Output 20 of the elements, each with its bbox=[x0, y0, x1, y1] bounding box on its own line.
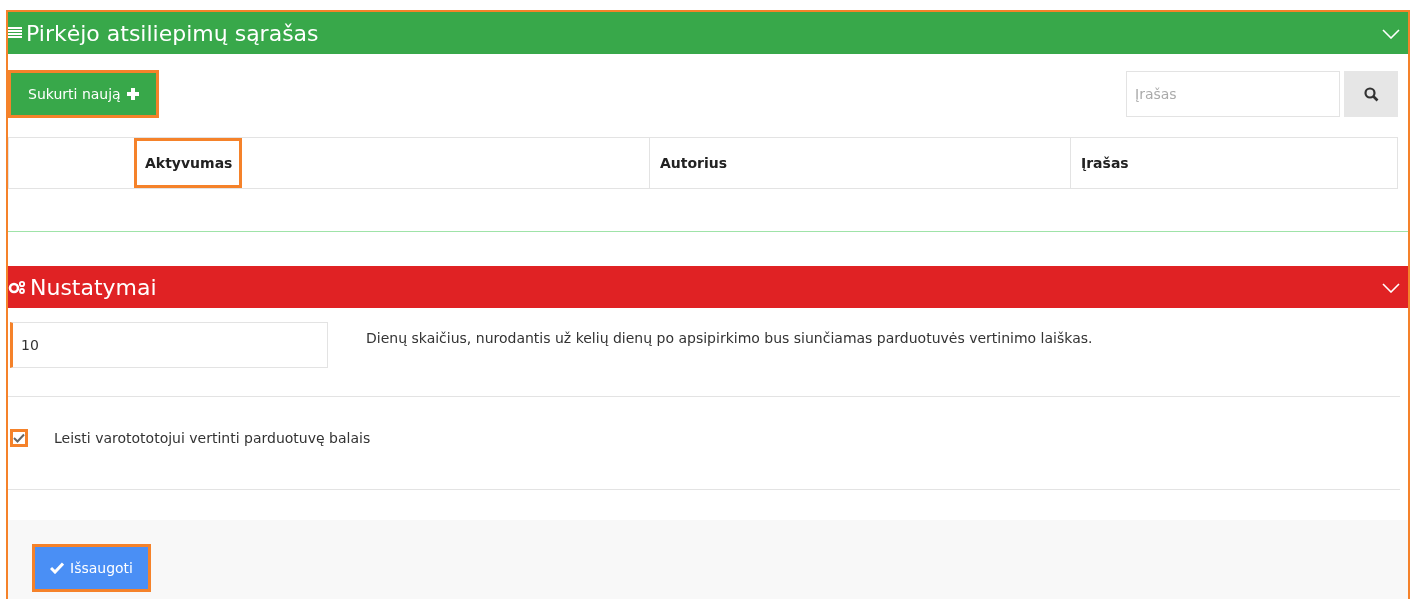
list-icon bbox=[8, 27, 22, 39]
create-button[interactable]: Sukurti naują bbox=[8, 70, 159, 118]
column-header: Aktyvumas bbox=[134, 138, 243, 188]
plus-icon bbox=[126, 88, 139, 100]
search-field[interactable]: Įrašas bbox=[1126, 71, 1340, 117]
gears-icon bbox=[8, 280, 26, 294]
search-button[interactable] bbox=[1344, 71, 1398, 117]
chevron-down-icon[interactable] bbox=[1382, 282, 1400, 293]
checkbox-label: Leisti varotototojui vertinti parduotuvę balais bbox=[54, 430, 371, 446]
days-description: Dienų skaičius, nurodantis už kelių dienų po apsipirkimo bus siunčiamas parduotuvės vertinimo laiškas. bbox=[366, 329, 1093, 346]
column-header: Įrašas bbox=[1070, 138, 1397, 188]
column-header: Autorius bbox=[649, 138, 1070, 188]
chevron-down-icon[interactable] bbox=[1382, 28, 1400, 39]
checkbox[interactable] bbox=[10, 429, 28, 447]
save-button[interactable]: Išsaugoti bbox=[32, 544, 151, 592]
panel-title: Pirkėjo atsiliepimų sąrašas bbox=[26, 20, 319, 46]
panel-title: Nustatymai bbox=[30, 274, 157, 300]
check-icon bbox=[50, 562, 64, 574]
days-input-field[interactable]: 10 bbox=[10, 322, 328, 368]
search-icon bbox=[1363, 86, 1379, 102]
